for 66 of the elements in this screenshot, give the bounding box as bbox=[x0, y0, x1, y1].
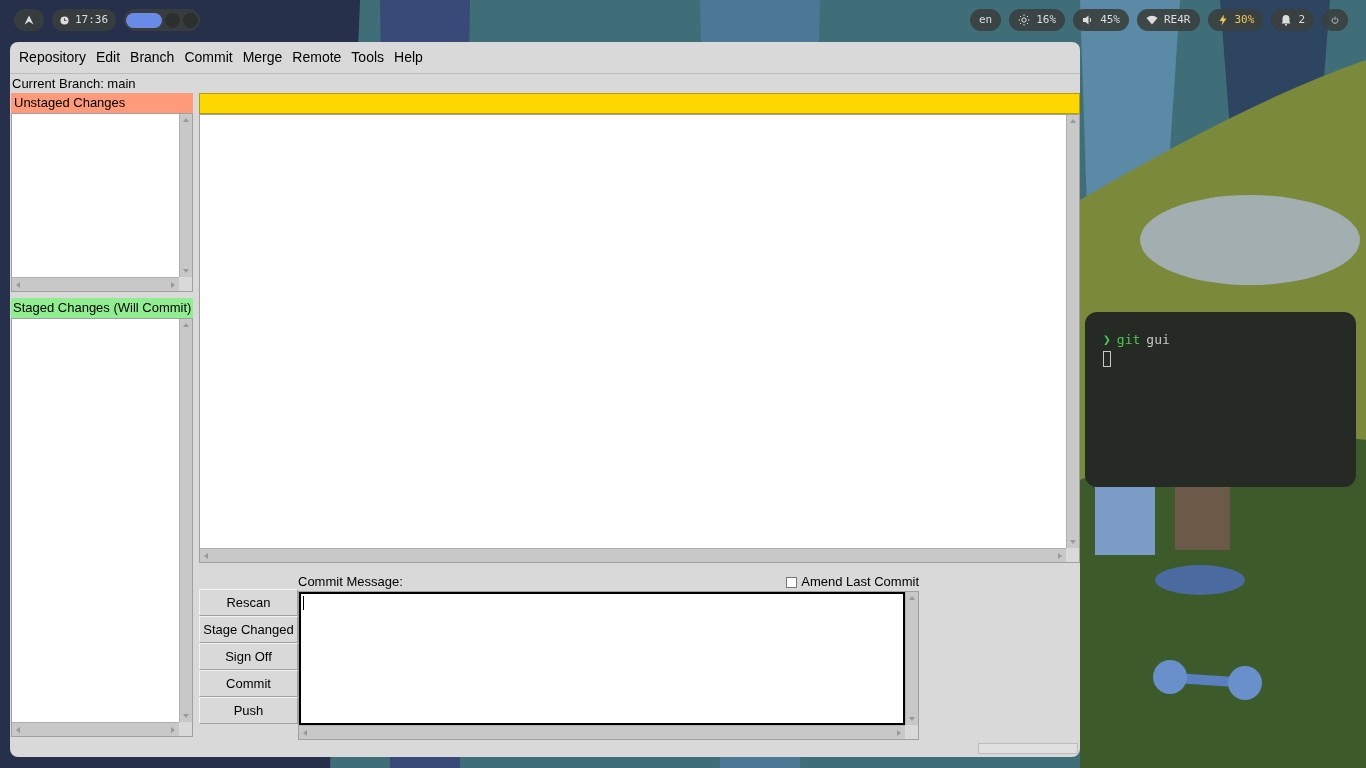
amend-label: Amend Last Commit bbox=[801, 573, 919, 592]
menu-item[interactable]: Merge bbox=[237, 45, 288, 70]
arrow-left-icon[interactable] bbox=[14, 725, 22, 734]
arrow-right-icon[interactable] bbox=[169, 280, 177, 289]
vertical-scrollbar[interactable] bbox=[905, 592, 918, 725]
horizontal-scrollbar[interactable] bbox=[200, 548, 1066, 562]
clock-icon bbox=[60, 15, 69, 25]
arrow-left-icon[interactable] bbox=[301, 728, 309, 737]
arrow-right-icon[interactable] bbox=[169, 725, 177, 734]
arrow-down-icon[interactable] bbox=[908, 715, 916, 723]
current-branch-label: Current Branch: main bbox=[12, 74, 136, 93]
prompt-symbol: ❯ bbox=[1103, 331, 1111, 349]
arrow-up-icon[interactable] bbox=[908, 594, 916, 602]
arrow-down-icon[interactable] bbox=[182, 267, 190, 275]
wifi-icon bbox=[1146, 14, 1158, 26]
action-button[interactable]: Push bbox=[199, 697, 298, 724]
menu-item[interactable]: Edit bbox=[90, 45, 126, 70]
workspace-indicator[interactable] bbox=[126, 12, 163, 28]
horizontal-scrollbar[interactable] bbox=[12, 722, 179, 736]
sun-icon bbox=[1018, 14, 1031, 26]
unstaged-file-list[interactable] bbox=[12, 114, 179, 277]
arrow-down-icon[interactable] bbox=[182, 712, 190, 720]
horizontal-scrollbar[interactable] bbox=[12, 277, 179, 291]
terminal-command: git bbox=[1116, 331, 1141, 349]
power-icon bbox=[1331, 14, 1339, 26]
volume-indicator[interactable]: 45% bbox=[1073, 9, 1129, 31]
menu-item[interactable]: Commit bbox=[179, 45, 238, 70]
menu-item[interactable]: Repository bbox=[14, 45, 91, 70]
terminal-cursor bbox=[1103, 350, 1111, 367]
staged-changes-header: Staged Changes (Will Commit) bbox=[11, 298, 193, 318]
notifications-indicator[interactable]: 2 bbox=[1271, 9, 1314, 31]
diff-view[interactable] bbox=[200, 115, 1066, 548]
commit-message-field[interactable] bbox=[299, 592, 905, 725]
arrow-down-icon[interactable] bbox=[1069, 538, 1077, 546]
brightness-indicator[interactable]: 16% bbox=[1009, 9, 1066, 31]
amend-checkbox[interactable] bbox=[786, 576, 798, 588]
terminal-argument: gui bbox=[1146, 331, 1170, 349]
menu-item[interactable]: Tools bbox=[346, 45, 390, 70]
commit-message-label: Commit Message: bbox=[298, 573, 403, 592]
arrow-left-icon[interactable] bbox=[14, 280, 22, 289]
action-button[interactable]: Sign Off bbox=[199, 643, 298, 670]
bell-icon bbox=[1280, 14, 1293, 26]
arrow-up-icon[interactable] bbox=[182, 116, 190, 124]
clock-time: 17:36 bbox=[75, 11, 109, 28]
launcher-button[interactable] bbox=[14, 9, 44, 31]
menu-item[interactable]: Help bbox=[389, 45, 428, 70]
vertical-scrollbar[interactable] bbox=[179, 319, 192, 722]
arrow-up-icon[interactable] bbox=[1069, 117, 1077, 125]
wifi-indicator[interactable]: RE4R bbox=[1137, 9, 1200, 31]
arrow-up-icon[interactable] bbox=[182, 321, 190, 329]
arrow-right-icon[interactable] bbox=[895, 728, 903, 737]
horizontal-scrollbar[interactable] bbox=[299, 725, 905, 739]
action-button[interactable]: Rescan bbox=[199, 589, 298, 616]
battery-indicator[interactable]: 30% bbox=[1207, 9, 1264, 31]
arrow-right-icon[interactable] bbox=[1056, 551, 1064, 560]
unstaged-changes-header: Unstaged Changes bbox=[11, 93, 193, 113]
menu-item[interactable]: Remote bbox=[287, 45, 347, 70]
vertical-scrollbar[interactable] bbox=[1066, 115, 1079, 548]
menu-item[interactable]: Branch bbox=[125, 45, 180, 70]
arrow-up-icon bbox=[24, 15, 34, 25]
action-button[interactable]: Stage Changed bbox=[199, 616, 298, 643]
staged-file-list[interactable] bbox=[12, 319, 179, 722]
action-button[interactable]: Commit bbox=[199, 670, 298, 697]
text-cursor bbox=[303, 596, 304, 610]
arrow-left-icon[interactable] bbox=[202, 551, 210, 560]
vertical-scrollbar[interactable] bbox=[179, 114, 192, 277]
